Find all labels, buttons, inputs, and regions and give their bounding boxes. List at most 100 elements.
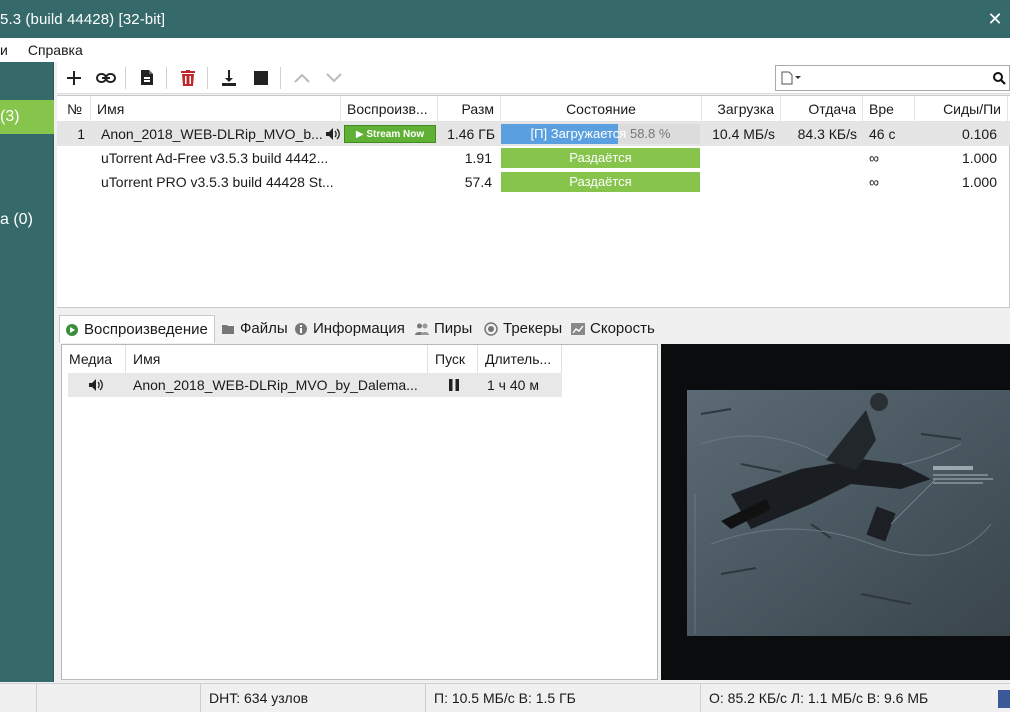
search-provider-dropdown[interactable] <box>776 71 806 85</box>
torrent-status: Раздаётся <box>501 148 700 168</box>
tab-info[interactable]: Информация <box>289 315 409 343</box>
tab-label: Информация <box>313 320 405 337</box>
table-row[interactable]: uTorrent Ad-Free v3.5.3 build 4442... 1.… <box>57 146 1010 170</box>
users-icon <box>415 323 429 335</box>
column-size[interactable]: Разм <box>438 96 501 122</box>
create-torrent-button[interactable] <box>132 64 162 92</box>
facebook-icon[interactable] <box>998 690 1010 708</box>
column-media-play[interactable]: Пуск <box>428 345 478 373</box>
chevron-up-icon <box>294 73 310 83</box>
column-name[interactable]: Имя <box>91 96 341 122</box>
sidebar-item-label: а (0) <box>0 211 33 228</box>
column-status[interactable]: Состояние <box>501 96 702 122</box>
sidebar-item-label: (3) <box>0 108 20 125</box>
column-upload[interactable]: Отдача <box>781 96 863 122</box>
column-eta[interactable]: Вре <box>863 96 915 122</box>
close-icon[interactable]: ✕ <box>980 0 1010 38</box>
media-panel: Медиа Имя Пуск Длитель... Anon_2018_WEB-… <box>61 344 658 680</box>
play-circle-icon <box>66 324 78 336</box>
stream-now-button[interactable]: ▶ Stream Now <box>344 125 436 143</box>
sidebar: (3) а (0) <box>0 62 54 682</box>
torrent-ratio: 0.106 <box>961 126 997 142</box>
column-media[interactable]: Медиа <box>62 345 126 373</box>
torrent-list: № Имя Воспроизв... Разм Состояние Загруз… <box>57 95 1010 308</box>
search-input[interactable] <box>806 67 989 89</box>
media-duration: 1 ч 40 м <box>487 377 539 393</box>
torrent-list-header: № Имя Воспроизв... Разм Состояние Загруз… <box>57 96 1010 122</box>
torrent-status: Раздаётся <box>501 172 700 192</box>
status-percent: 58.8 % <box>629 126 671 141</box>
stop-button[interactable] <box>246 64 276 92</box>
status-dht: DHT: 634 узлов <box>200 684 425 712</box>
torrent-size: 1.46 ГБ <box>447 126 495 142</box>
column-ratio[interactable]: Сиды/Пи <box>915 96 1008 122</box>
status-empty <box>36 684 200 712</box>
document-icon <box>781 71 801 85</box>
chevron-down-icon <box>326 72 342 82</box>
plus-icon <box>67 70 81 85</box>
status-download: П: 10.5 МБ/с В: 1.5 ГБ <box>425 684 700 712</box>
start-button[interactable] <box>214 64 244 92</box>
remove-button[interactable] <box>173 64 203 92</box>
search-icon[interactable] <box>989 71 1009 85</box>
move-up-button[interactable] <box>287 64 317 92</box>
status-bar: DHT: 634 узлов П: 10.5 МБ/с В: 1.5 ГБ О:… <box>0 683 1010 712</box>
speaker-icon <box>325 127 341 144</box>
column-media-name[interactable]: Имя <box>126 345 428 373</box>
torrent-ratio: 1.000 <box>961 150 997 166</box>
torrent-name: uTorrent PRO v3.5.3 build 44428 St... <box>101 174 334 190</box>
torrent-name: Anon_2018_WEB-DLRip_MVO_b... <box>101 126 323 142</box>
tab-label: Воспроизведение <box>84 321 208 338</box>
table-row[interactable]: 1 Anon_2018_WEB-DLRip_MVO_b... ▶ Stream … <box>57 122 1010 146</box>
tab-trackers[interactable]: Трекеры <box>479 315 565 343</box>
title-bar: 5.3 (build 44428) [32-bit] ✕ <box>0 0 1010 38</box>
stop-icon <box>254 70 268 85</box>
toolbar-separator <box>280 66 281 89</box>
window-title: 5.3 (build 44428) [32-bit] <box>0 10 166 28</box>
torrent-name: uTorrent Ad-Free v3.5.3 build 4442... <box>101 150 329 166</box>
torrent-download-speed: 10.4 МБ/s <box>712 126 775 142</box>
tab-label: Трекеры <box>503 320 563 337</box>
info-icon <box>295 323 307 335</box>
column-media-duration[interactable]: Длитель... <box>478 345 562 373</box>
table-row[interactable]: uTorrent PRO v3.5.3 build 44428 St... 57… <box>57 170 1010 194</box>
torrent-status-progress: [П] Загружается 58.8 % <box>501 124 700 144</box>
column-number[interactable]: № <box>57 96 91 122</box>
torrent-number: 1 <box>77 126 85 142</box>
menu-item-help-prev[interactable]: и <box>0 42 14 58</box>
trash-icon <box>181 69 195 86</box>
torrent-eta: ∞ <box>869 150 879 166</box>
torrent-upload-speed: 84.3 КБ/s <box>797 126 857 142</box>
tab-label: Файлы <box>240 320 288 337</box>
tab-label: Пиры <box>434 320 473 337</box>
toolbar-separator <box>125 66 126 89</box>
toolbar-separator <box>166 66 167 89</box>
target-icon <box>484 322 498 336</box>
tab-files[interactable]: Файлы <box>216 315 288 343</box>
link-icon <box>96 72 116 83</box>
column-play[interactable]: Воспроизв... <box>341 96 438 122</box>
pause-icon[interactable] <box>448 378 460 395</box>
tab-label: Скорость <box>590 320 655 337</box>
toolbar-separator <box>207 66 208 89</box>
add-torrent-button[interactable] <box>59 64 89 92</box>
sidebar-item-all[interactable]: (3) <box>0 100 54 134</box>
stream-now-label: Stream Now <box>366 129 425 140</box>
sidebar-item-inactive[interactable]: а (0) <box>0 203 54 237</box>
tab-speed[interactable]: Скорость <box>566 315 656 343</box>
tab-playback[interactable]: Воспроизведение <box>59 315 215 343</box>
chart-icon <box>571 323 585 335</box>
add-url-button[interactable] <box>91 64 121 92</box>
video-frame-image <box>661 344 1010 680</box>
torrent-status: [П] Загружается 58.8 % <box>501 124 700 144</box>
search-box <box>775 65 1010 91</box>
move-down-button[interactable] <box>319 64 349 92</box>
tab-peers[interactable]: Пиры <box>410 315 478 343</box>
list-item[interactable]: Anon_2018_WEB-DLRip_MVO_by_Dalema... 1 ч… <box>68 373 562 397</box>
menu-item-help[interactable]: Справка <box>14 42 89 58</box>
video-preview[interactable] <box>661 344 1010 680</box>
detail-tabs: Воспроизведение Файлы Информация Пиры Тр… <box>57 313 1010 343</box>
column-download[interactable]: Загрузка <box>702 96 781 122</box>
folder-icon <box>222 325 234 334</box>
torrent-size: 57.4 <box>464 174 492 190</box>
